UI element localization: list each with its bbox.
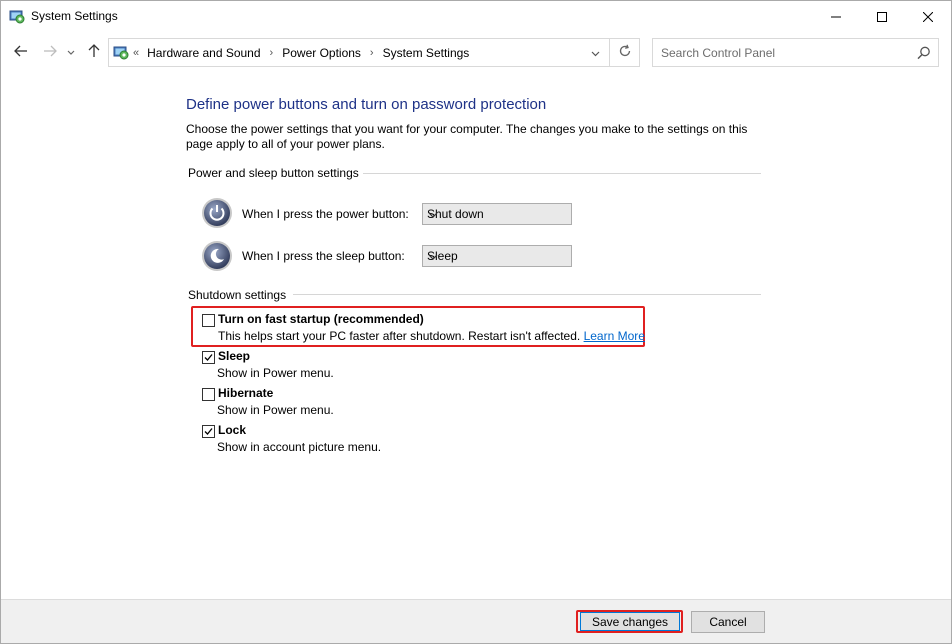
fast-startup-checkbox[interactable] bbox=[202, 314, 215, 327]
fast-startup-description: This helps start your PC faster after sh… bbox=[218, 329, 645, 343]
maximize-icon bbox=[877, 11, 887, 22]
chevron-down-icon bbox=[67, 45, 75, 59]
power-button-label: When I press the power button: bbox=[242, 207, 409, 221]
up-button[interactable] bbox=[84, 42, 104, 62]
forward-button[interactable] bbox=[40, 42, 60, 62]
lock-option-title: Lock bbox=[218, 423, 247, 437]
sleep-checkbox[interactable] bbox=[202, 351, 215, 364]
system-settings-window: System Settings « Hardware and Sound › P… bbox=[0, 0, 952, 644]
recent-locations-button[interactable] bbox=[64, 42, 78, 62]
fast-startup-subtitle: This helps start your PC faster after sh… bbox=[218, 329, 581, 343]
page-title: Define power buttons and turn on passwor… bbox=[186, 96, 547, 113]
breadcrumb-item-power-options[interactable]: Power Options bbox=[282, 46, 361, 60]
cancel-button[interactable]: Cancel bbox=[691, 611, 765, 633]
sleep-button-select[interactable]: Sleep bbox=[422, 245, 572, 267]
main-content: Define power buttons and turn on passwor… bbox=[1, 72, 951, 599]
search-input[interactable] bbox=[653, 39, 903, 66]
power-button-select[interactable]: Shut down bbox=[422, 203, 572, 225]
learn-more-link[interactable]: Learn More bbox=[584, 329, 645, 343]
control-panel-icon bbox=[9, 8, 25, 24]
hibernate-option-title: Hibernate bbox=[218, 386, 274, 400]
save-changes-button[interactable]: Save changes bbox=[580, 612, 680, 631]
breadcrumb-item-system-settings[interactable]: System Settings bbox=[383, 46, 470, 60]
breadcrumb-item-hardware-and-sound[interactable]: Hardware and Sound bbox=[147, 46, 260, 60]
lock-checkbox[interactable] bbox=[202, 425, 215, 438]
address-dropdown-button[interactable] bbox=[582, 39, 608, 66]
chevron-down-icon bbox=[427, 209, 439, 221]
fast-startup-title: Turn on fast startup (recommended) bbox=[218, 312, 424, 326]
power-icon bbox=[201, 197, 233, 229]
lock-option-subtitle: Show in account picture menu. bbox=[217, 440, 382, 454]
search-box[interactable] bbox=[652, 38, 939, 67]
power-section-label: Power and sleep button settings bbox=[188, 166, 359, 180]
maximize-button[interactable] bbox=[859, 1, 905, 32]
window-title: System Settings bbox=[31, 9, 118, 23]
chevron-down-icon bbox=[427, 251, 439, 263]
hibernate-option-subtitle: Show in Power menu. bbox=[217, 403, 334, 417]
shutdown-section-label: Shutdown settings bbox=[188, 288, 287, 302]
refresh-button[interactable] bbox=[609, 39, 640, 66]
search-icon[interactable] bbox=[916, 45, 932, 61]
forward-arrow-icon bbox=[43, 45, 57, 60]
title-bar: System Settings bbox=[1, 1, 951, 32]
close-button[interactable] bbox=[905, 1, 951, 32]
section-divider bbox=[363, 173, 761, 174]
refresh-icon bbox=[618, 44, 632, 61]
sleep-icon bbox=[201, 240, 233, 272]
minimize-button[interactable] bbox=[813, 1, 859, 32]
back-button[interactable] bbox=[11, 42, 31, 62]
breadcrumb-separator-icon[interactable]: › bbox=[370, 47, 374, 59]
control-panel-icon bbox=[113, 44, 129, 60]
sleep-button-label: When I press the sleep button: bbox=[242, 249, 405, 263]
overflow-chevron-icon[interactable]: « bbox=[133, 47, 139, 59]
back-arrow-icon bbox=[14, 45, 28, 60]
sleep-option-title: Sleep bbox=[218, 349, 251, 363]
breadcrumb: « Hardware and Sound › Power Options › S… bbox=[133, 46, 469, 60]
up-arrow-icon bbox=[88, 43, 100, 61]
sleep-option-subtitle: Show in Power menu. bbox=[217, 366, 334, 380]
page-description: Choose the power settings that you want … bbox=[186, 122, 748, 151]
chevron-down-icon bbox=[591, 46, 600, 60]
footer-bar: Save changes Cancel bbox=[1, 599, 951, 643]
minimize-icon bbox=[831, 12, 841, 22]
hibernate-checkbox[interactable] bbox=[202, 388, 215, 401]
navigation-bar: « Hardware and Sound › Power Options › S… bbox=[1, 32, 951, 72]
breadcrumb-separator-icon[interactable]: › bbox=[270, 47, 274, 59]
section-divider bbox=[293, 294, 761, 295]
address-bar[interactable]: « Hardware and Sound › Power Options › S… bbox=[108, 38, 640, 67]
close-icon bbox=[923, 11, 933, 22]
